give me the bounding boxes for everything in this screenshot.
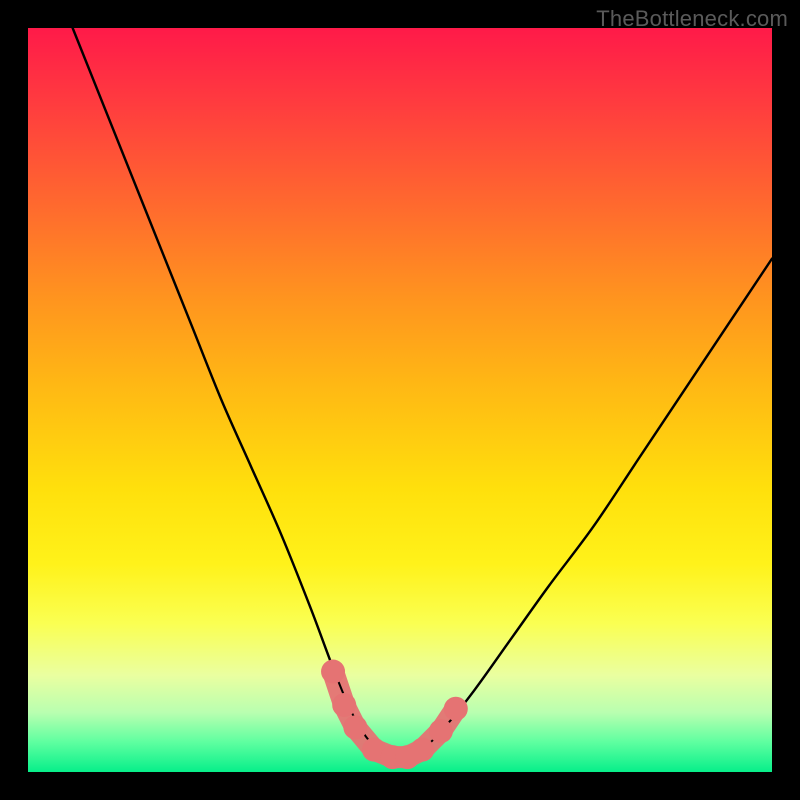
- highlight-dot: [444, 697, 468, 721]
- bottleneck-curve-overlay: [73, 28, 772, 759]
- highlight-dots: [321, 660, 468, 770]
- plot-area: [28, 28, 772, 772]
- highlight-dot: [410, 738, 434, 762]
- highlight-dot: [332, 693, 356, 717]
- chart-frame: TheBottleneck.com: [0, 0, 800, 800]
- highlight-dot: [429, 719, 453, 743]
- highlight-dot: [343, 715, 367, 739]
- bottleneck-curve: [73, 28, 772, 759]
- highlight-dot: [321, 660, 345, 684]
- curve-layer: [28, 28, 772, 772]
